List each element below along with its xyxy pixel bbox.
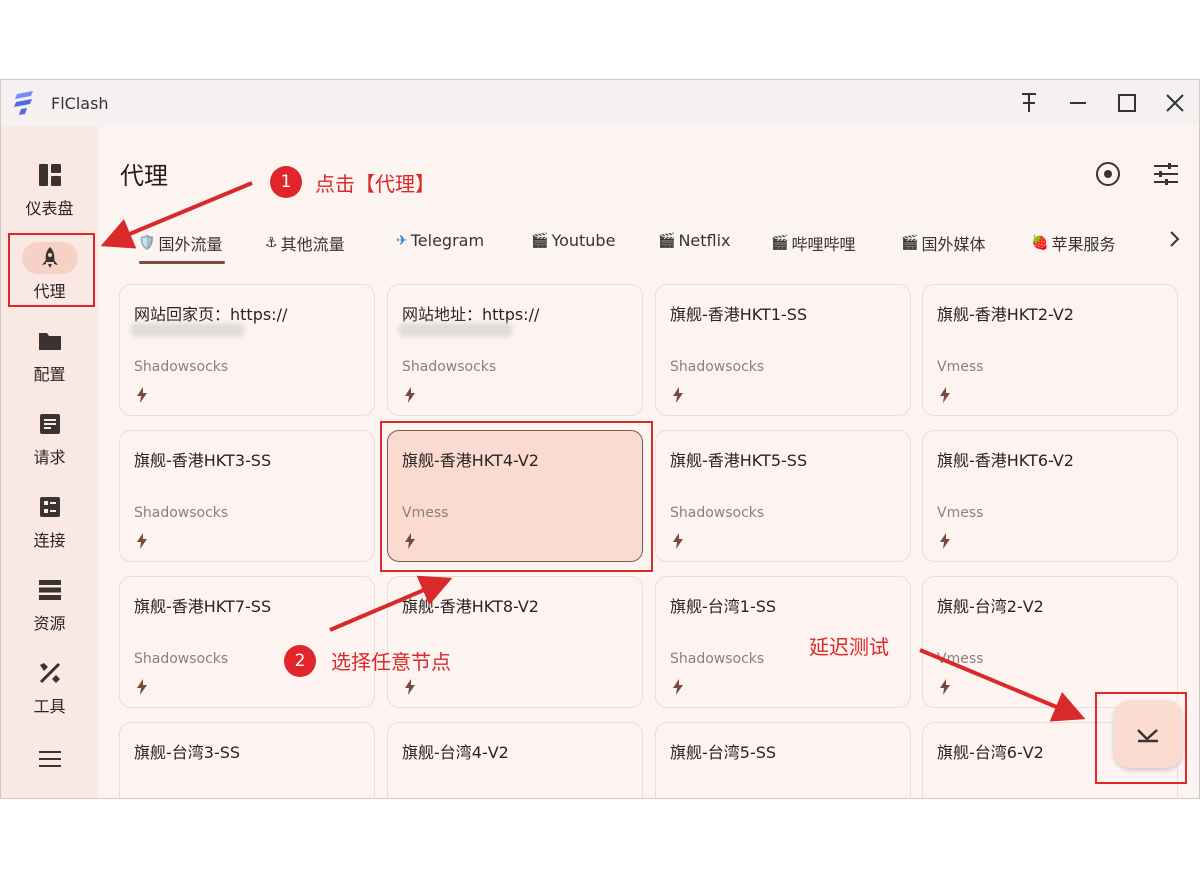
step-1-badge: 1 <box>270 166 302 198</box>
step-1-text: 点击【代理】 <box>315 172 435 196</box>
step-3-text: 延迟测试 <box>809 635 889 659</box>
annotation-arrows <box>100 181 1086 722</box>
step-2-badge: 2 <box>284 645 316 677</box>
step-2-text: 选择任意节点 <box>331 650 451 674</box>
